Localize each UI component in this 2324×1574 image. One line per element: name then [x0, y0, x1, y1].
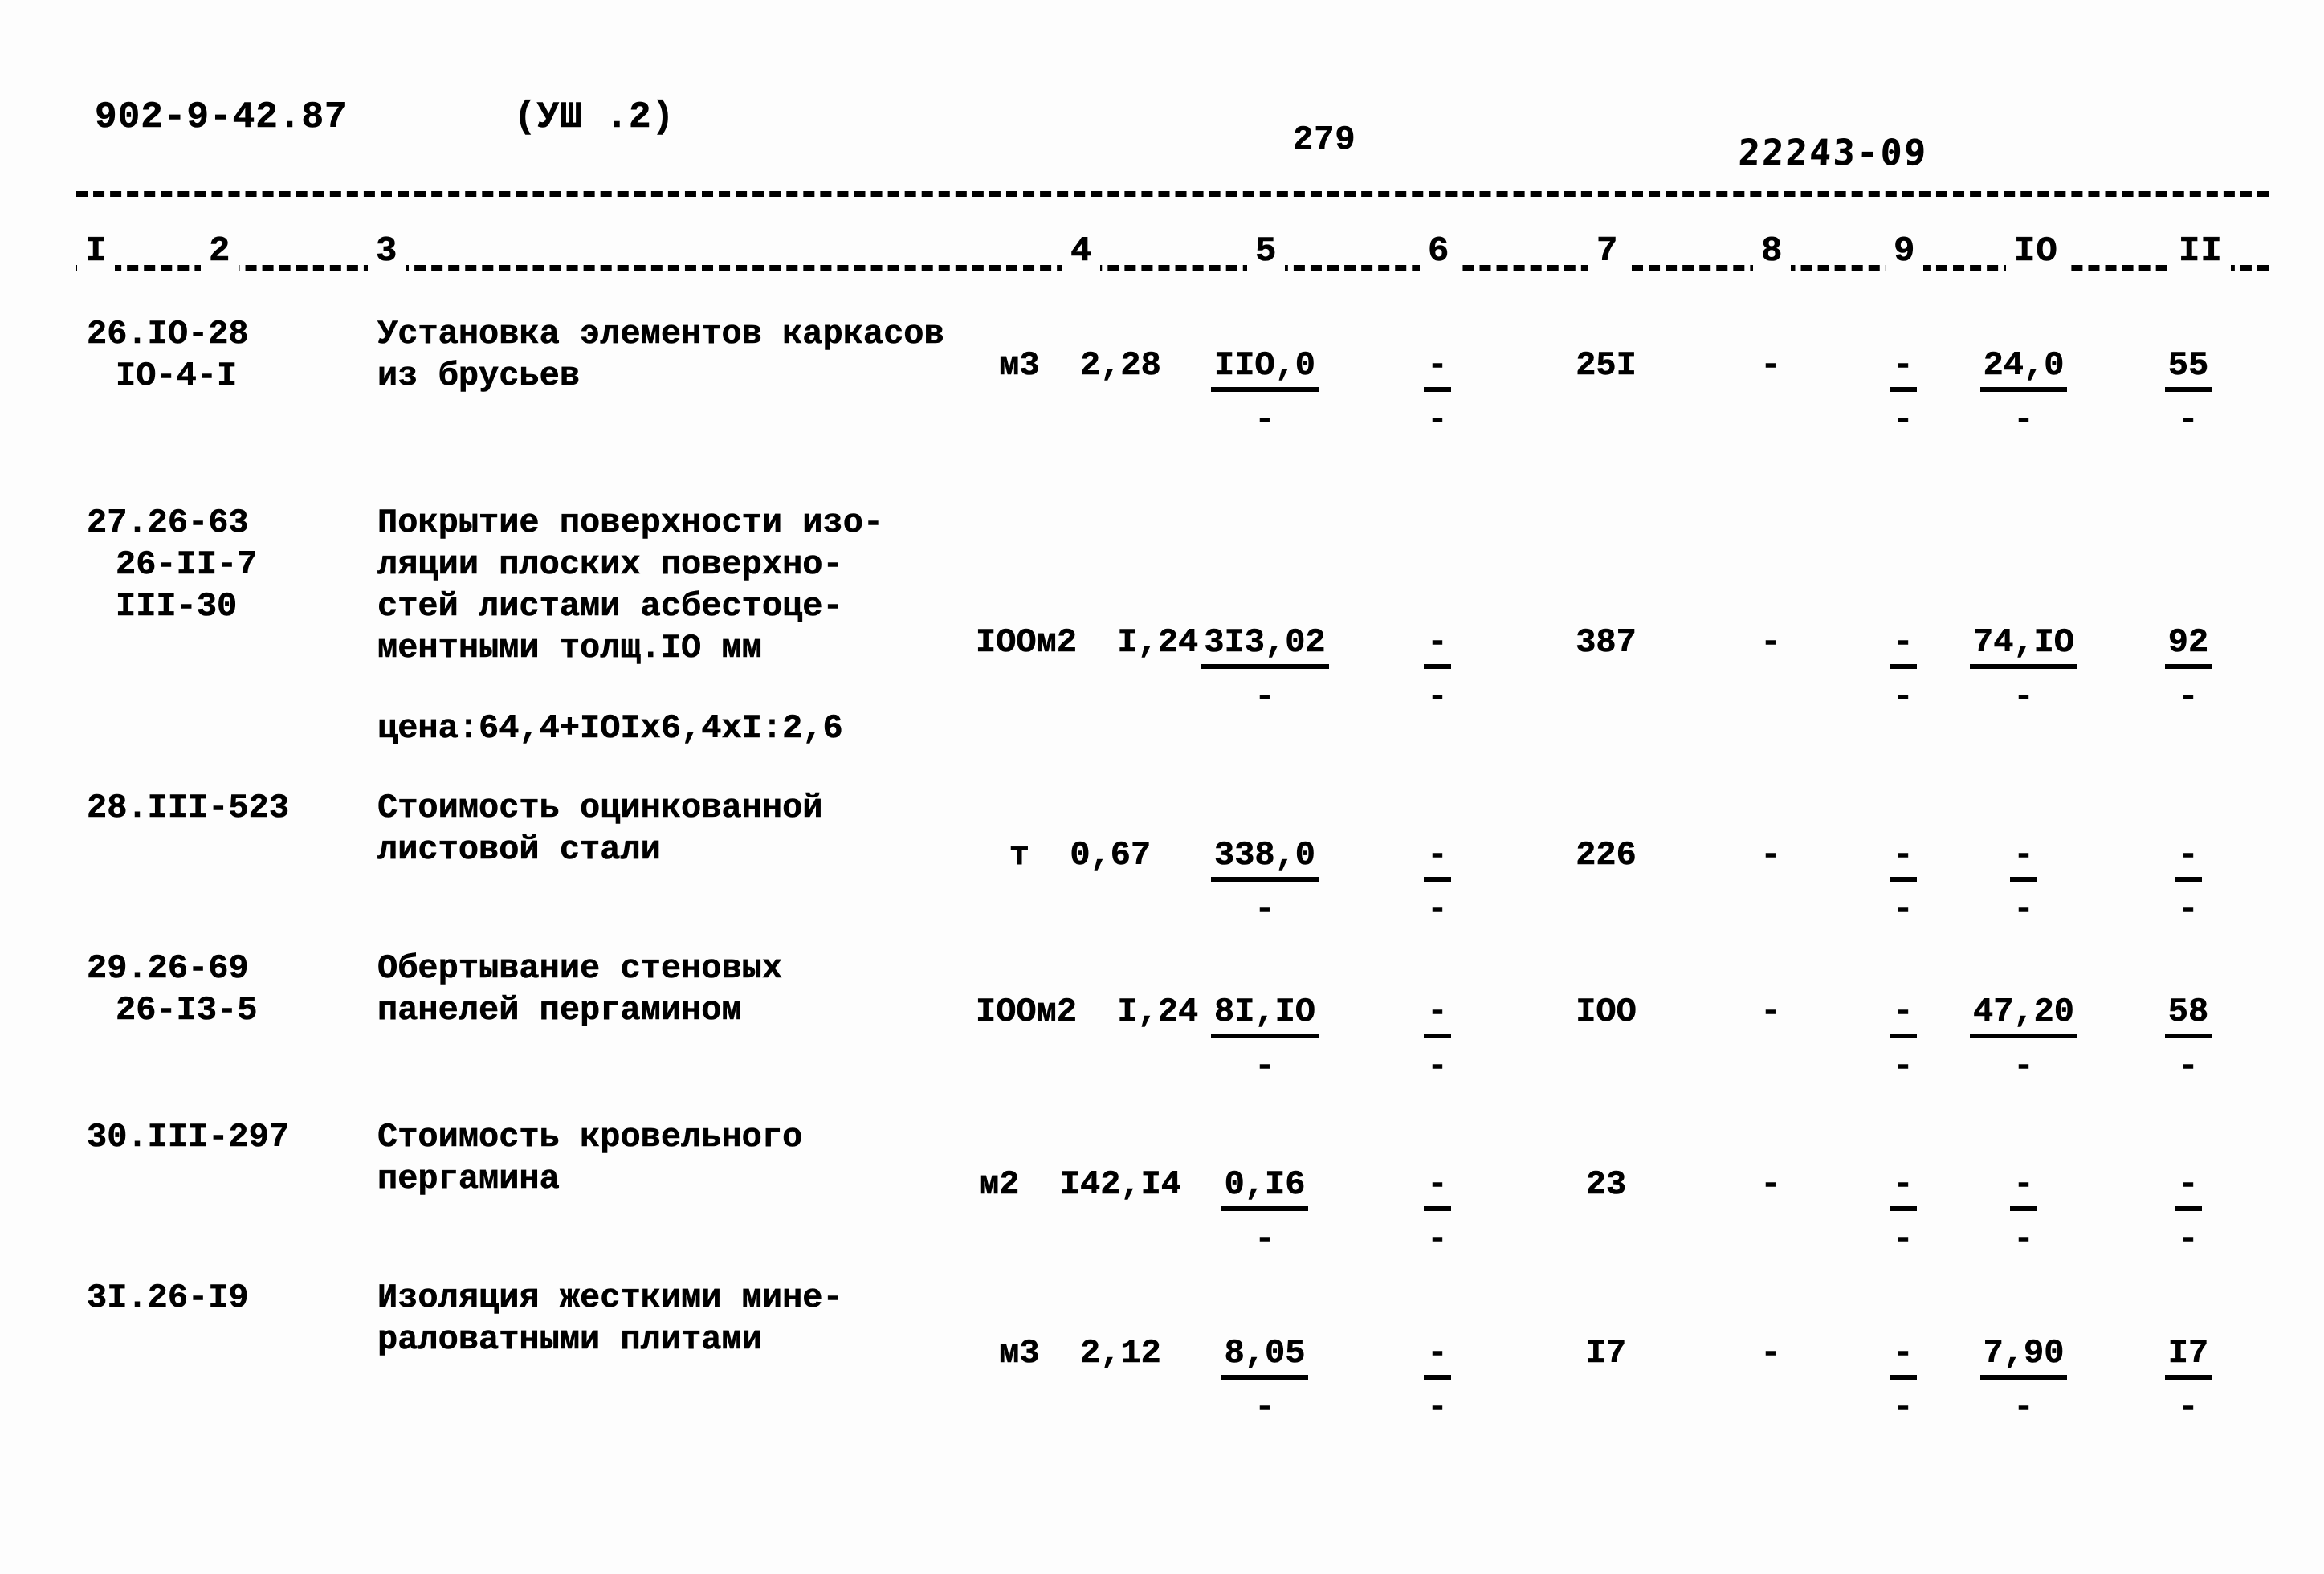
- column-header-4: 4: [1062, 231, 1101, 271]
- section-reference: (УШ .2): [514, 96, 675, 139]
- cell-unit: IOOм2 I,24: [976, 623, 1199, 663]
- cell-col11: --: [2084, 835, 2293, 930]
- cell-col11: 55-: [2084, 345, 2293, 440]
- column-header-I: I: [77, 231, 116, 271]
- column-header-2: 2: [201, 231, 239, 271]
- code-main: 28.III-523: [87, 789, 290, 828]
- row-code: 27.26-63 26-II-7 III-30: [87, 502, 258, 627]
- description-line: из брусьев: [377, 357, 581, 396]
- document-page: 902-9-42.87 (УШ .2) 279 22243-09 I 2 3 4 5 6 7…: [0, 0, 2324, 1574]
- description-line: Стоимость кровельного: [377, 1118, 803, 1157]
- cell-col11: --: [2084, 1164, 2293, 1259]
- description-line: Изоляция жесткими мине-: [377, 1278, 843, 1318]
- column-header-5: 5: [1247, 231, 1286, 271]
- row-code: 26.IO-28 IO-4-I: [87, 313, 249, 397]
- cell-unit: м3 2,12: [999, 1334, 1161, 1373]
- description-line: Покрытие поверхности изо-: [377, 504, 884, 543]
- column-header-6: 6: [1420, 231, 1458, 271]
- row-code: 29.26-69 26-I3-5: [87, 948, 258, 1031]
- description-line: ляции плоских поверхно-: [377, 545, 843, 585]
- code-main: 27.26-63: [87, 504, 249, 543]
- code-main: 26.IO-28: [87, 315, 249, 354]
- cell-col11: I7-: [2084, 1333, 2293, 1428]
- code-sub-1: 26-II-7: [116, 545, 258, 585]
- cell-unit: IOOм2 I,24: [976, 993, 1199, 1032]
- row-description: Установка элементов каркасов из брусьев: [377, 313, 944, 397]
- column-header-7: 7: [1588, 231, 1627, 271]
- row-code: 30.III-297: [87, 1116, 290, 1158]
- description-line: панелей пергамином: [377, 991, 742, 1030]
- cell-unit: м3 2,28: [999, 346, 1161, 385]
- column-header-8: 8: [1753, 231, 1792, 271]
- code-main: 29.26-69: [87, 949, 249, 989]
- code-sub-2: III-30: [116, 587, 238, 626]
- code-sub-1: 26-I3-5: [116, 991, 258, 1030]
- cell-col11: 58-: [2084, 992, 2293, 1087]
- row-description: Изоляция жесткими мине-раловатными плита…: [377, 1277, 843, 1360]
- document-code: 902-9-42.87: [95, 96, 348, 139]
- description-line: листовой стали: [377, 830, 661, 870]
- description-line: пергамина: [377, 1160, 560, 1199]
- row-description: Стоимость оцинкованной листовой стали: [377, 787, 823, 871]
- column-header-II: II: [2171, 231, 2231, 271]
- description-line: Стоимость оцинкованной: [377, 789, 823, 828]
- row-code: 3I.26-I9: [87, 1277, 249, 1319]
- cell-col11: 92-: [2084, 622, 2293, 717]
- column-header-3: 3: [368, 231, 406, 271]
- description-line: ментными толщ.IO мм: [377, 629, 762, 668]
- row-description: Стоимость кровельного пергамина: [377, 1116, 803, 1200]
- row-description: Обертывание стеновых панелей пергамином: [377, 948, 783, 1031]
- stamp-code: 22243-09: [1738, 133, 1929, 174]
- top-dashed-rule: [76, 191, 2269, 197]
- cell-unit: м2 I42,I4: [978, 1165, 1182, 1205]
- description-line: стей листами асбестоце-: [377, 587, 843, 626]
- row-description: Покрытие поверхности изо-ляции плоских п…: [377, 502, 884, 669]
- description-line: Установка элементов каркасов: [377, 315, 944, 354]
- column-header-IO: IO: [2006, 231, 2066, 271]
- description-line: Обертывание стеновых: [377, 949, 783, 989]
- cell-unit: т 0,67: [1009, 836, 1152, 875]
- code-main: 3I.26-I9: [87, 1278, 249, 1318]
- code-sub-1: IO-4-I: [116, 357, 238, 396]
- page-number: 279: [1293, 120, 1356, 160]
- code-main: 30.III-297: [87, 1118, 290, 1157]
- description-line: раловатными плитами: [377, 1320, 762, 1360]
- column-header-9: 9: [1886, 231, 1924, 271]
- price-note: цена:64,4+IOIx6,4xI:2,6: [377, 709, 843, 748]
- row-code: 28.III-523: [87, 787, 290, 829]
